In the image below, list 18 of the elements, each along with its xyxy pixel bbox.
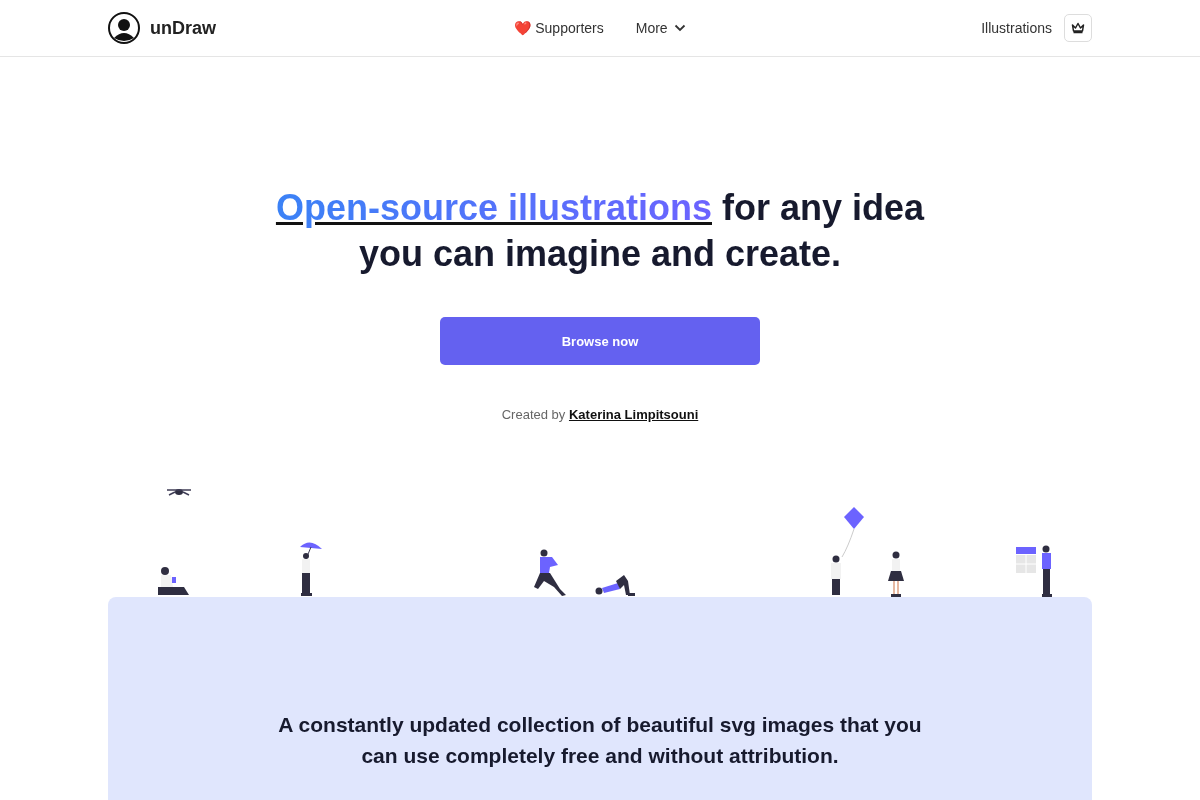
- sitting-person-drawing: [156, 565, 190, 597]
- chevron-down-icon: [673, 24, 686, 32]
- panel-heading: A constantly updated collection of beautiful svg images that you can use completely free and without attribution.: [277, 712, 923, 769]
- nav-link[interactable]: Illustrations: [981, 20, 1052, 36]
- crown-button[interactable]: [1064, 14, 1092, 42]
- browse-button[interactable]: Browse now: [440, 317, 760, 365]
- brand-name[interactable]: unDraw: [150, 17, 216, 39]
- crown-icon: [1071, 22, 1085, 34]
- credit-text: Created by: [501, 407, 566, 422]
- drone-drawing: [166, 487, 192, 497]
- heading-text: for any idea: [722, 187, 925, 228]
- standing-person-drawing: [886, 551, 906, 597]
- yoga-person-drawing: [594, 575, 636, 597]
- avatar-logo-icon: [108, 12, 140, 44]
- nav-dropdown[interactable]: More: [635, 20, 686, 36]
- author-link[interactable]: Katerina Limpitsouni: [568, 407, 699, 422]
- nav-link[interactable]: ❤ Supporters: [514, 20, 604, 36]
- heading-text: you can imagine and create.: [358, 233, 842, 274]
